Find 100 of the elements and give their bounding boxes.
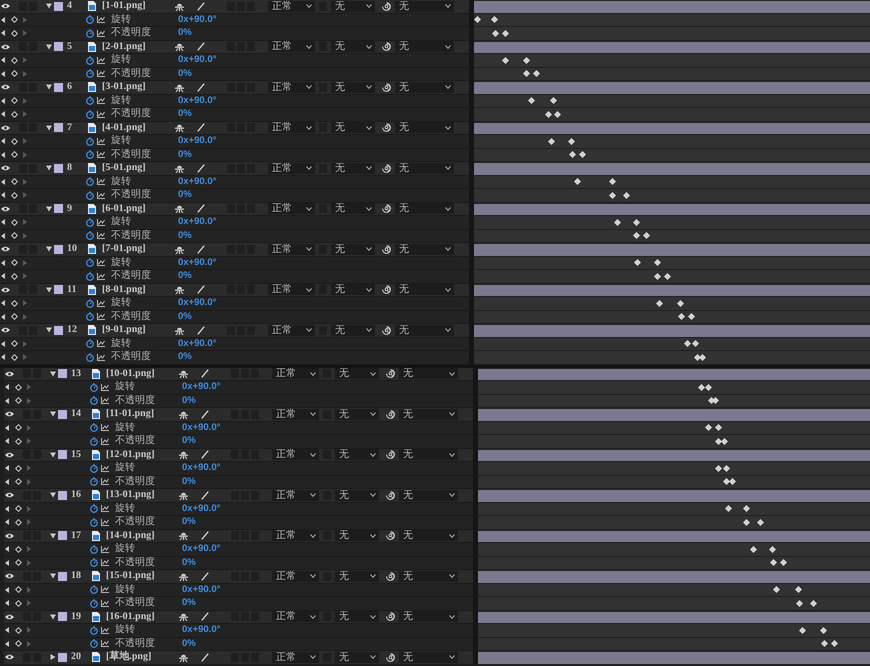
layer-row[interactable]: 13 [10-01.png] 正常 无 无 (4, 368, 473, 381)
keyframe-marker[interactable] (705, 384, 712, 391)
layer-bar[interactable] (474, 324, 870, 338)
property-value[interactable]: 0% (182, 597, 196, 610)
spiral-icon[interactable] (386, 410, 395, 419)
layer-name[interactable]: [3-01.png] (102, 81, 174, 94)
property-value[interactable]: 0x+90.0° (178, 14, 216, 26)
layer-bar[interactable] (478, 610, 870, 624)
slash-icon[interactable] (197, 244, 205, 254)
keyframe-marker[interactable] (579, 151, 586, 158)
spiral-icon[interactable] (382, 326, 391, 335)
left-arrow-icon[interactable] (1, 192, 5, 198)
spiral-icon[interactable] (382, 244, 391, 254)
left-arrow-icon[interactable] (5, 600, 9, 606)
disclosure-triangle-icon[interactable] (46, 246, 52, 252)
keyframe-marker[interactable] (545, 110, 552, 118)
keyframe-marker[interactable] (820, 626, 827, 634)
track-matte-dropdown[interactable]: 无 (335, 611, 379, 622)
stopwatch-icon[interactable] (90, 477, 98, 486)
property-value[interactable]: 0x+90.0° (178, 338, 216, 350)
slash-icon[interactable] (197, 82, 205, 92)
keyframe-marker[interactable] (492, 30, 499, 37)
eye-icon[interactable] (1, 3, 10, 10)
layer-bar[interactable] (478, 651, 870, 664)
disclosure-triangle-icon[interactable] (50, 614, 56, 620)
stopwatch-icon[interactable] (86, 136, 94, 146)
label-swatch-icon[interactable] (58, 450, 67, 460)
keyframe-marker[interactable] (528, 97, 535, 104)
track-matte-dropdown[interactable]: 无 (335, 490, 379, 501)
layer-name[interactable]: [16-01.png] (106, 610, 178, 623)
track-matte-dropdown[interactable]: 无 (331, 284, 375, 296)
shy-figure-icon[interactable] (175, 2, 184, 11)
layer-bar[interactable] (478, 530, 870, 543)
left-arrow-icon[interactable] (5, 506, 9, 512)
spiral-icon[interactable] (382, 42, 391, 52)
disclosure-triangle-icon[interactable] (50, 452, 56, 458)
left-arrow-icon[interactable] (1, 16, 5, 23)
track-matte-dropdown[interactable]: 无 (335, 652, 379, 663)
graph-icon[interactable] (101, 424, 109, 432)
layer-bar[interactable] (474, 0, 870, 14)
blend-mode-dropdown[interactable]: 正常 (268, 162, 315, 174)
blend-mode-dropdown[interactable]: 正常 (272, 652, 319, 663)
spiral-icon[interactable] (386, 652, 395, 662)
keyframe-marker[interactable] (533, 70, 540, 78)
graph-icon[interactable] (97, 354, 105, 361)
property-value[interactable]: 0x+90.0° (178, 297, 216, 310)
layer-bar[interactable] (474, 122, 870, 135)
layer-bar[interactable] (474, 202, 870, 216)
left-arrow-icon[interactable] (5, 627, 9, 634)
parent-dropdown[interactable]: 无 (399, 490, 458, 501)
disclosure-triangle-icon[interactable] (46, 44, 52, 50)
property-value[interactable]: 0x+90.0° (178, 94, 216, 107)
graph-icon[interactable] (97, 313, 105, 320)
label-swatch-icon[interactable] (58, 652, 67, 662)
keyframe-marker[interactable] (769, 546, 776, 553)
layer-row[interactable]: 10 [7-01.png] 正常 无 无 (0, 243, 469, 256)
label-swatch-icon[interactable] (58, 612, 67, 622)
label-swatch-icon[interactable] (54, 285, 63, 294)
layer-row[interactable]: 16 [13-01.png] 正常 无 无 (4, 489, 473, 502)
parent-dropdown[interactable]: 无 (399, 449, 458, 460)
keyframe-marker[interactable] (633, 218, 640, 226)
toggle-switch[interactable] (231, 369, 239, 378)
left-arrow-icon[interactable] (5, 424, 9, 431)
left-arrow-icon[interactable] (5, 465, 9, 472)
graph-icon[interactable] (97, 192, 105, 199)
property-value[interactable]: 0% (182, 516, 196, 528)
stopwatch-icon[interactable] (90, 464, 98, 473)
graph-icon[interactable] (97, 340, 105, 348)
property-value[interactable]: 0% (178, 310, 192, 323)
layer-bar[interactable] (478, 489, 870, 502)
property-value[interactable]: 0x+90.0° (182, 502, 220, 515)
graph-icon[interactable] (101, 478, 109, 486)
eye-icon[interactable] (5, 573, 14, 580)
spiral-icon[interactable] (382, 204, 391, 214)
keyframe-marker[interactable] (684, 340, 691, 348)
slash-icon[interactable] (197, 204, 205, 214)
spiral-icon[interactable] (386, 369, 395, 378)
toggle-switch[interactable] (241, 369, 249, 378)
label-swatch-icon[interactable] (54, 42, 63, 52)
parent-dropdown[interactable]: 无 (395, 82, 454, 93)
graph-icon[interactable] (97, 138, 105, 145)
stopwatch-icon[interactable] (86, 28, 94, 38)
shy-figure-icon[interactable] (179, 531, 188, 540)
left-arrow-icon[interactable] (1, 57, 5, 64)
layer-name[interactable]: [6-01.png] (102, 202, 174, 215)
shy-figure-icon[interactable] (179, 450, 188, 460)
property-value[interactable]: 0% (178, 189, 192, 202)
graph-icon[interactable] (97, 300, 105, 307)
property-value[interactable]: 0% (178, 108, 192, 120)
parent-dropdown[interactable]: 无 (395, 0, 454, 12)
eye-icon[interactable] (5, 452, 14, 458)
spiral-icon[interactable] (382, 2, 391, 11)
layer-name[interactable]: [9-01.png] (102, 324, 174, 336)
keyframe-marker[interactable] (721, 438, 728, 445)
keyframe-marker[interactable] (831, 640, 838, 648)
toggle-switch[interactable] (251, 369, 259, 378)
layer-bar[interactable] (478, 448, 870, 462)
left-arrow-icon[interactable] (1, 354, 5, 360)
property-value[interactable]: 0x+90.0° (182, 462, 220, 474)
property-value[interactable]: 0x+90.0° (182, 584, 220, 596)
